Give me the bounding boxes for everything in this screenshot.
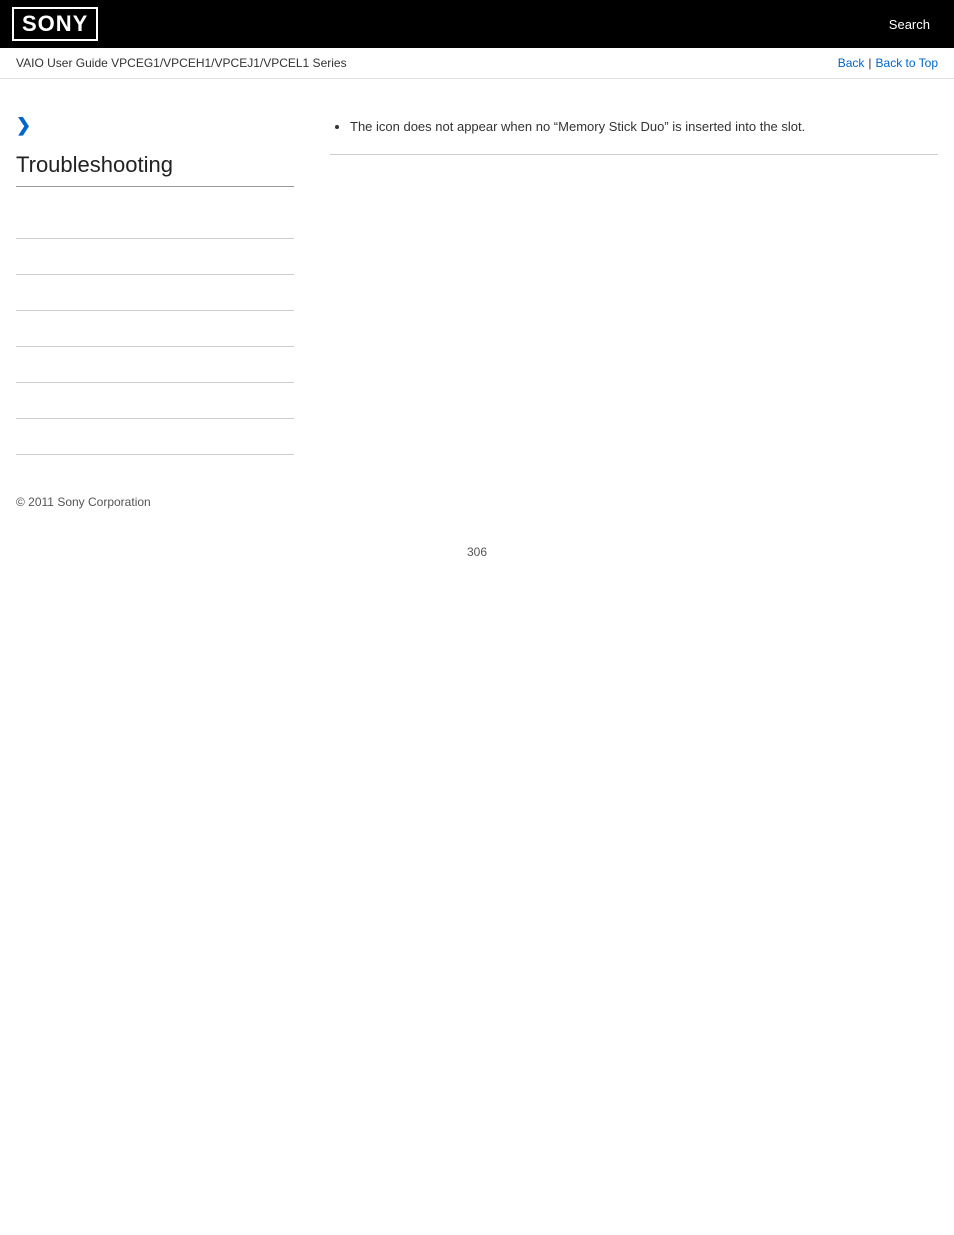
sidebar-link-6[interactable]	[16, 394, 19, 408]
nav-separator: |	[868, 56, 871, 70]
content-divider	[330, 154, 938, 155]
guide-title: VAIO User Guide VPCEG1/VPCEH1/VPCEJ1/VPC…	[16, 56, 347, 70]
nav-links: Back | Back to Top	[838, 56, 938, 70]
search-button[interactable]: Search	[881, 13, 938, 36]
back-to-top-link[interactable]: Back to Top	[876, 56, 938, 70]
page-number: 306	[0, 525, 954, 579]
list-item	[16, 311, 294, 347]
list-item	[16, 419, 294, 455]
sidebar-link-4[interactable]	[16, 322, 19, 336]
list-item	[16, 203, 294, 239]
list-item	[16, 239, 294, 275]
footer: © 2011 Sony Corporation	[0, 471, 954, 525]
sidebar-links	[16, 203, 294, 455]
main-content: ❯ Troubleshooting	[0, 99, 954, 471]
list-item	[16, 347, 294, 383]
sidebar-link-5[interactable]	[16, 358, 19, 372]
sony-logo: SONY	[12, 7, 98, 41]
content-list: The icon does not appear when no “Memory…	[330, 115, 938, 138]
content-area: The icon does not appear when no “Memory…	[310, 99, 954, 471]
header: SONY Search	[0, 0, 954, 48]
sidebar-link-1[interactable]	[16, 214, 19, 228]
sidebar-link-2[interactable]	[16, 250, 19, 264]
list-item	[16, 275, 294, 311]
list-item	[16, 383, 294, 419]
copyright-text: © 2011 Sony Corporation	[16, 495, 151, 509]
nav-bar: VAIO User Guide VPCEG1/VPCEH1/VPCEJ1/VPC…	[0, 48, 954, 79]
sidebar: ❯ Troubleshooting	[0, 99, 310, 471]
sidebar-link-7[interactable]	[16, 430, 19, 444]
back-link[interactable]: Back	[838, 56, 865, 70]
list-item: The icon does not appear when no “Memory…	[350, 115, 938, 138]
section-title: Troubleshooting	[16, 152, 294, 187]
sidebar-link-3[interactable]	[16, 286, 19, 300]
chevron-icon: ❯	[16, 115, 294, 136]
